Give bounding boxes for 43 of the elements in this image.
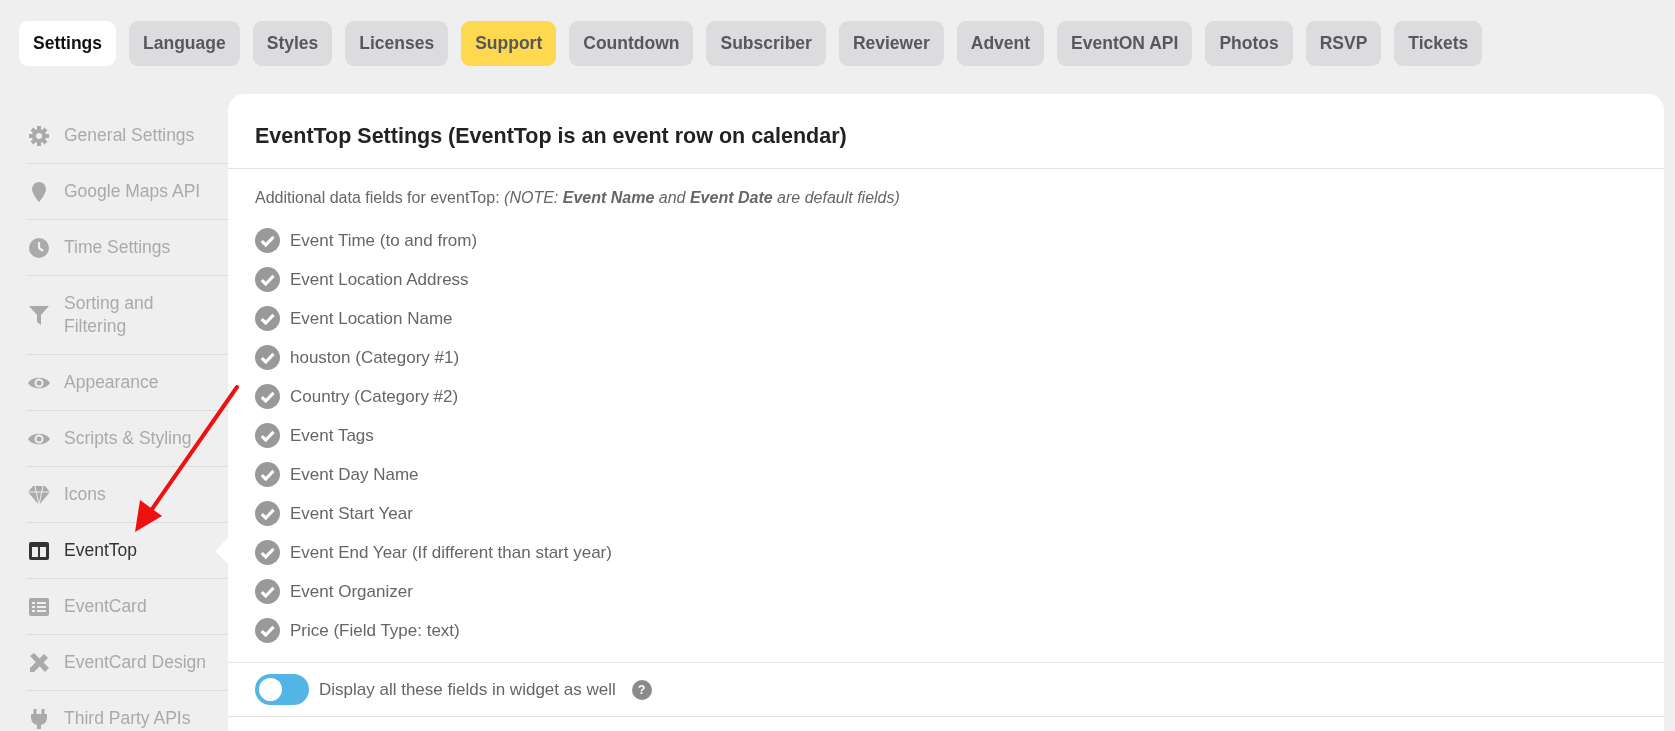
field-label: Country (Category #2) xyxy=(290,386,459,407)
tab[interactable]: Styles xyxy=(252,21,333,66)
checkbox[interactable] xyxy=(255,462,280,487)
tab[interactable]: RSVP xyxy=(1305,21,1382,66)
tab[interactable]: Settings xyxy=(19,21,117,66)
tab[interactable]: Licenses xyxy=(345,21,449,66)
toggle-switch[interactable] xyxy=(255,674,309,705)
checkbox[interactable] xyxy=(255,228,280,253)
checkbox[interactable] xyxy=(255,423,280,448)
field-label: Price (Field Type: text) xyxy=(290,620,460,641)
note-text: Additional data fields for eventTop: (NOTE: Event Name and Event Date are default fields) xyxy=(254,188,901,208)
field-label: Event Location Name xyxy=(290,308,453,329)
tab[interactable]: EventON API xyxy=(1057,21,1193,66)
tab[interactable]: Tickets xyxy=(1394,21,1483,66)
tab[interactable]: Countdown xyxy=(569,21,694,66)
checkbox[interactable] xyxy=(255,540,280,565)
field-label: Event Day Name xyxy=(290,464,419,485)
tab[interactable]: Photos xyxy=(1205,21,1293,66)
clock-icon xyxy=(27,235,51,260)
tab[interactable]: Reviewer xyxy=(838,21,944,66)
help-icon[interactable]: ? xyxy=(631,679,652,700)
field-label: Event Location Address xyxy=(290,269,469,290)
checkbox[interactable] xyxy=(255,501,280,526)
gear-icon xyxy=(27,123,51,148)
funnel-icon xyxy=(27,303,51,327)
checkbox[interactable] xyxy=(255,306,280,331)
tab[interactable]: Support xyxy=(461,21,557,66)
field-label: Event End Year (If different than start year) xyxy=(290,542,612,563)
tab[interactable]: Advent xyxy=(956,21,1045,66)
panel-title: EventTop Settings (EventTop is an event row on calendar) xyxy=(228,94,1664,169)
checkbox[interactable] xyxy=(255,267,280,292)
checkbox[interactable] xyxy=(255,345,280,370)
field-label: Event Organizer xyxy=(290,581,413,602)
field-label: Event Tags xyxy=(290,425,374,446)
tab[interactable]: Subscriber xyxy=(706,21,826,66)
toggle-label: Display all these fields in widget as well xyxy=(319,679,616,700)
tab[interactable]: Language xyxy=(129,21,240,66)
field-label: Event Start Year xyxy=(290,503,413,524)
checkbox[interactable] xyxy=(255,579,280,604)
field-label: houston (Category #1) xyxy=(290,347,460,368)
checkbox[interactable] xyxy=(255,618,280,643)
field-label: Event Time (to and from) xyxy=(290,230,478,251)
checkbox[interactable] xyxy=(255,384,280,409)
